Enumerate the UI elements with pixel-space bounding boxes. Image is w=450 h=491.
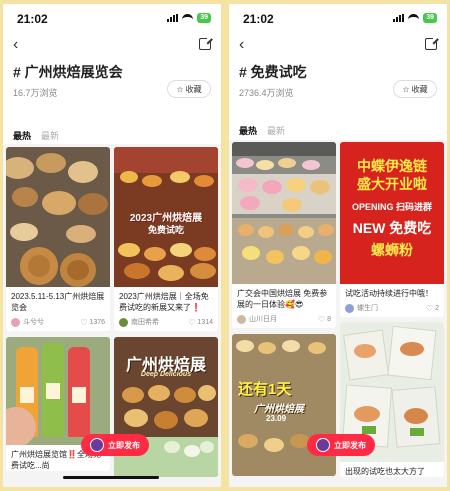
cover-subtitle: 广州烘焙展: [254, 404, 304, 415]
collect-button[interactable]: ☆ 收藏: [393, 80, 437, 98]
star-icon: ☆: [402, 84, 410, 94]
wifi-icon: [408, 14, 420, 22]
avatar: [11, 317, 20, 327]
signal-icon: [393, 14, 405, 22]
tab-new[interactable]: 最新: [41, 129, 59, 142]
note-title: 出现的试吃也太大方了: [345, 467, 425, 476]
cover-line: 螺蛳粉: [371, 242, 413, 258]
star-icon: ☆: [176, 84, 184, 94]
battery-icon: 39: [197, 13, 211, 23]
note-cover: [6, 147, 110, 287]
note-meta: 斗兮兮 ♡ 1376: [6, 313, 110, 331]
avatar: [237, 314, 246, 324]
note-cover: [6, 337, 110, 445]
back-icon[interactable]: ‹: [239, 37, 244, 53]
right-screen: 21:02 39 ‹ # 免费试吃 2736.4万浏览 ☆ 收藏 最热 最新 广…: [229, 4, 447, 487]
cover-subtitle: Deep Delicious: [140, 371, 192, 378]
like-button[interactable]: ♡ 2: [426, 304, 439, 313]
post-label: 立即发布: [108, 440, 140, 450]
cover-line: 盛大开业啦: [357, 176, 427, 192]
like-count: 8: [327, 315, 331, 323]
topic-title: # 广州烘焙展览会: [13, 64, 123, 80]
view-count: 2736.4万浏览: [239, 88, 294, 98]
note-title: 2023广州烘焙展｜全场免费试吃的新展又来了❗: [119, 292, 209, 312]
note-card[interactable]: 广州烘焙展 Deep Delicious: [114, 337, 218, 477]
share-icon[interactable]: [425, 36, 439, 50]
cover-line: NEW 免费吃: [352, 220, 432, 236]
heart-icon: ♡: [80, 317, 88, 327]
status-icons: 39: [167, 13, 211, 23]
heart-icon: ♡: [188, 317, 196, 327]
note-cover: 2023广州烘焙展 免费试吃: [114, 147, 218, 287]
status-bar: 21:02 39: [3, 4, 221, 30]
author-name: 螺生门: [357, 305, 378, 312]
view-count: 16.7万浏览: [13, 88, 58, 98]
home-indicator: [63, 476, 159, 479]
author-name: 斗兮兮: [23, 319, 44, 326]
cover-subtitle: 免费试吃: [147, 225, 184, 235]
status-icons: 39: [393, 13, 437, 23]
top-nav: ‹: [229, 36, 447, 56]
note-cover: [232, 142, 336, 284]
wifi-icon: [182, 14, 194, 22]
like-count: 1376: [89, 318, 105, 326]
author-name: 山川日月: [249, 316, 277, 323]
collect-label: 收藏: [185, 84, 202, 94]
top-nav: ‹: [3, 36, 221, 56]
tab-new[interactable]: 最新: [267, 124, 285, 137]
feed-tabs: 最热 最新: [239, 124, 285, 137]
topic-title: # 免费试吃: [239, 64, 307, 80]
avatar: [345, 303, 354, 313]
left-screen: 21:02 39 ‹ # 广州烘焙展览会 16.7万浏览 ☆ 收藏 最热 最新: [3, 4, 221, 487]
note-title: 试吃活动持续进行中哦！: [345, 289, 433, 298]
note-cover: 中蝶伊逸链 盛大开业啦 OPENING 扫码进群 NEW 免费吃 螺蛳粉: [340, 142, 444, 284]
note-card[interactable]: 中蝶伊逸链 盛大开业啦 OPENING 扫码进群 NEW 免费吃 螺蛳粉 试吃活…: [340, 142, 444, 317]
note-card[interactable]: 广交会中国烘焙展 免费参展的一日体验🥰😎 山川日月 ♡ 8: [232, 142, 336, 328]
feed-tabs: 最热 最新: [13, 129, 59, 142]
post-button[interactable]: 立即发布: [307, 434, 375, 456]
share-icon[interactable]: [199, 36, 213, 50]
like-count: 2: [435, 304, 439, 312]
post-label: 立即发布: [334, 440, 366, 450]
like-button[interactable]: ♡ 1314: [188, 318, 213, 327]
cover-line: 中蝶伊逸链: [357, 158, 427, 174]
back-icon[interactable]: ‹: [13, 37, 18, 53]
status-time: 21:02: [17, 12, 48, 26]
like-count: 1314: [197, 318, 213, 326]
note-meta: 南田希希 ♡ 1314: [114, 313, 218, 331]
note-title: 广交会中国烘焙展 免费参展的一日体验🥰😎: [237, 289, 328, 309]
like-button[interactable]: ♡ 8: [318, 315, 331, 324]
post-button[interactable]: 立即发布: [81, 434, 149, 456]
avatar: [119, 317, 128, 327]
note-card[interactable]: 2023.5.11-5.13广州烘焙展览会 斗兮兮 ♡ 1376: [6, 147, 110, 331]
note-title: 2023.5.11-5.13广州烘焙展览会: [11, 292, 105, 312]
note-card[interactable]: 2023广州烘焙展 免费试吃 2023广州烘焙展｜全场免费试吃的新展又来了❗ 南…: [114, 147, 218, 331]
note-meta: 山川日月 ♡ 8: [232, 310, 336, 328]
like-button[interactable]: ♡ 1376: [80, 318, 105, 327]
tab-hot[interactable]: 最热: [13, 129, 31, 142]
cover-date: 23.09: [266, 414, 287, 423]
battery-icon: 39: [423, 13, 437, 23]
tab-hot[interactable]: 最热: [239, 124, 257, 137]
avatar: [90, 438, 104, 452]
collect-label: 收藏: [411, 84, 428, 94]
note-meta: 螺生门 ♡ 2: [340, 299, 444, 317]
heart-icon: ♡: [317, 314, 326, 324]
note-cover: 广州烘焙展 Deep Delicious: [114, 337, 218, 477]
signal-icon: [167, 14, 179, 22]
cover-headline: 2023广州烘焙展: [129, 213, 203, 224]
author-name: 南田希希: [131, 319, 159, 326]
status-time: 21:02: [243, 12, 274, 26]
cover-line: OPENING 扫码进群: [351, 202, 432, 212]
avatar: [316, 438, 330, 452]
cover-headline: 还有1天: [238, 381, 292, 398]
status-bar: 21:02 39: [229, 4, 447, 30]
heart-icon: ♡: [425, 303, 434, 313]
collect-button[interactable]: ☆ 收藏: [167, 80, 211, 98]
